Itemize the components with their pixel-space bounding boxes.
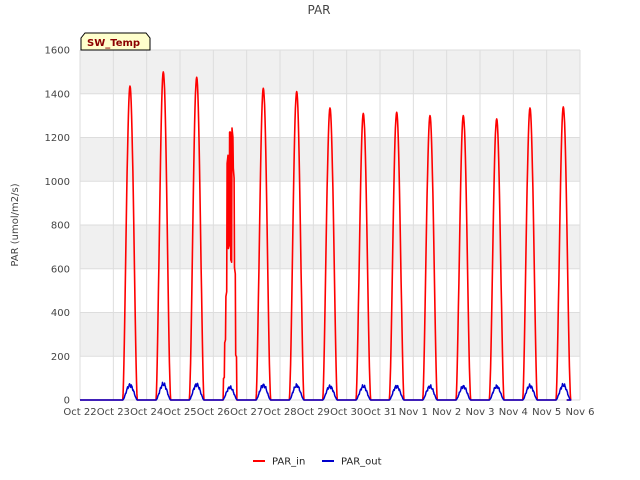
x-tick-label: Oct 29 [297, 407, 330, 418]
y-axis-title: PAR (umol/m2/s) [10, 183, 21, 266]
x-tick-label: Oct 31 [363, 407, 396, 418]
y-tick-label: 1600 [45, 46, 70, 57]
y-tick-label: 1200 [45, 133, 70, 144]
x-tick-label: Oct 25 [163, 407, 196, 418]
grid-band [80, 225, 580, 269]
x-tick-label: Oct 26 [197, 407, 230, 418]
x-tick-label: Nov 3 [465, 407, 494, 418]
legend: PAR_in PAR_out [253, 457, 382, 468]
x-tick-label: Oct 22 [63, 407, 96, 418]
y-tick-label: 800 [51, 221, 70, 232]
chart-title: PAR [307, 3, 330, 17]
background-bands [80, 50, 580, 357]
x-tick-label: Nov 2 [432, 407, 461, 418]
x-tick-label: Oct 30 [330, 407, 363, 418]
x-tick-label: Oct 24 [130, 407, 163, 418]
y-tick-label: 0 [64, 396, 70, 407]
legend-label: PAR_in [272, 457, 305, 468]
x-tick-label: Oct 28 [263, 407, 296, 418]
x-axis-ticks: Oct 22 Oct 23 Oct 24 Oct 25 Oct 26 Oct 27 Oct … [63, 407, 594, 418]
y-tick-label: 400 [51, 308, 70, 319]
badge-label: SW_Temp [87, 38, 140, 49]
series-line-par-out [80, 381, 572, 401]
grid-band [80, 50, 580, 94]
grid-band [80, 312, 580, 357]
x-tick-label: Nov 4 [499, 407, 528, 418]
x-tick-label: Nov 5 [532, 407, 561, 418]
badge: SW_Temp [80, 32, 151, 51]
y-tick-label: 600 [51, 264, 70, 275]
legend-label: PAR_out [341, 457, 382, 468]
x-tick-label: Oct 27 [230, 407, 263, 418]
chart-root: 0 200 400 600 800 1000 1200 1400 1600 Oct 22 Oct … [0, 0, 640, 480]
x-tick-label: Nov 1 [399, 407, 428, 418]
x-tick-label: Nov 6 [565, 407, 594, 418]
grid-band [80, 137, 580, 182]
y-axis-ticks: 0 200 400 600 800 1000 1200 1400 1600 [45, 46, 70, 407]
par-chart: 02004006008001000120014001600 Oct 22 Oct … [10, 3, 595, 468]
y-tick-label: 1000 [45, 177, 70, 188]
y-tick-label: 200 [51, 352, 70, 363]
y-tick-label: 1400 [45, 89, 70, 100]
x-tick-label: Oct 23 [97, 407, 130, 418]
